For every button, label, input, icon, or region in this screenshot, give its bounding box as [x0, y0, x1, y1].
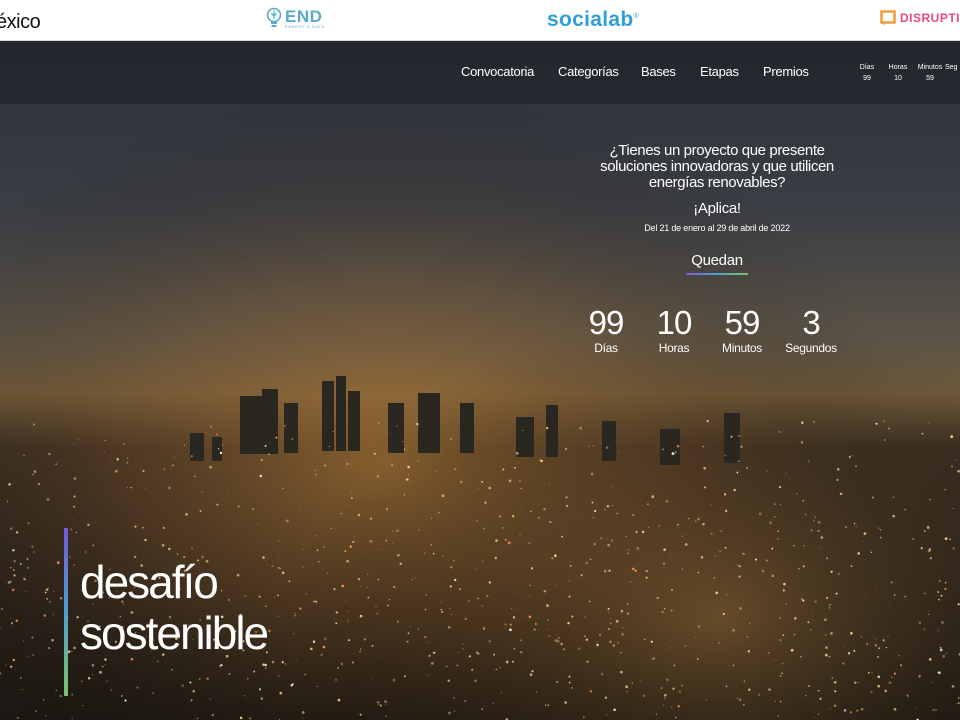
nav-link-convocatoria[interactable]: Convocatoria [461, 64, 534, 79]
apply-link[interactable]: ¡Aplica! [580, 200, 854, 217]
pitch-question: ¿Tienes un proyecto que presente solucio… [580, 143, 854, 191]
mini-countdown-label: Días [859, 64, 875, 71]
countdown-label: Minutos [722, 341, 762, 355]
partner-end-tagline: ENERGY & DATA [285, 23, 325, 29]
lightbulb-icon [266, 7, 282, 27]
mini-countdown-minutes: Minutos 59 [915, 62, 945, 84]
countdown-seconds: 3 Segundos [780, 304, 842, 356]
hero-section: Convocatoria Categorías Bases Etapas Pre… [0, 41, 960, 720]
mini-countdown-label: Horas [888, 64, 908, 71]
countdown-value: 10 [656, 304, 693, 341]
partner-socialab-logo[interactable]: socialab® [547, 8, 639, 32]
countdown-value: 99 [588, 304, 625, 341]
countdown-hours: 10 Horas [646, 304, 702, 356]
hero-title-line: desafío [80, 556, 219, 608]
countdown-label: Segundos [785, 341, 837, 355]
mini-countdown-seconds: Seg [945, 62, 960, 73]
partner-bar: éxico END ENERGY & DATA socialab® DISRUP… [0, 0, 960, 41]
countdown-value: 3 [802, 304, 820, 341]
countdown-value: 59 [724, 304, 761, 341]
application-dates: Del 21 de enero al 29 de abril de 2022 [644, 223, 790, 233]
countdown-label: Días [594, 341, 618, 355]
mini-countdown-value: 10 [894, 75, 902, 82]
title-accent-bar [64, 528, 68, 696]
mini-countdown-label: Minutos [917, 64, 943, 71]
partner-end-logo[interactable]: END ENERGY & DATA [266, 7, 325, 29]
top-navbar: Convocatoria Categorías Bases Etapas Pre… [0, 41, 960, 104]
partner-socialab-name: socialab [547, 8, 634, 31]
partner-end-name: END [285, 6, 323, 26]
mini-countdown-value: 99 [863, 75, 871, 82]
mini-countdown-value: 59 [926, 75, 934, 82]
pitch-question-line: ¿Tienes un proyecto que presente [609, 142, 825, 159]
remaining-underline [686, 273, 748, 275]
nav-link-premios[interactable]: Premios [763, 64, 809, 79]
call-to-action-panel: ¿Tienes un proyecto que presente solucio… [580, 143, 854, 275]
remaining-label: Quedan [691, 252, 743, 269]
countdown-minutes: 59 Minutos [712, 304, 772, 356]
partner-mexico-logo[interactable]: éxico [0, 11, 41, 34]
nav-link-etapas[interactable]: Etapas [700, 64, 739, 79]
countdown-label: Horas [658, 341, 690, 355]
hero-title-line: sostenible [80, 607, 269, 659]
pitch-question-line: energías renovables? [648, 174, 786, 191]
mini-countdown-days: Días 99 [856, 62, 878, 84]
countdown-days: 99 Días [578, 304, 634, 356]
partner-disruptivo-logo[interactable]: DISRUPTIV [880, 10, 960, 26]
mini-countdown-label: Seg [945, 64, 958, 71]
hero-title: desafío sostenible [80, 556, 269, 659]
nav-link-bases[interactable]: Bases [641, 64, 676, 79]
registered-mark: ® [633, 13, 639, 20]
mini-countdown-hours: Horas 10 [886, 62, 910, 84]
pitch-question-line: soluciones innovadoras y que utilicen [600, 158, 834, 175]
nav-link-categorias[interactable]: Categorías [558, 64, 619, 79]
partner-disruptivo-name: DISRUPTIV [900, 11, 960, 25]
speech-box-icon [880, 10, 896, 26]
